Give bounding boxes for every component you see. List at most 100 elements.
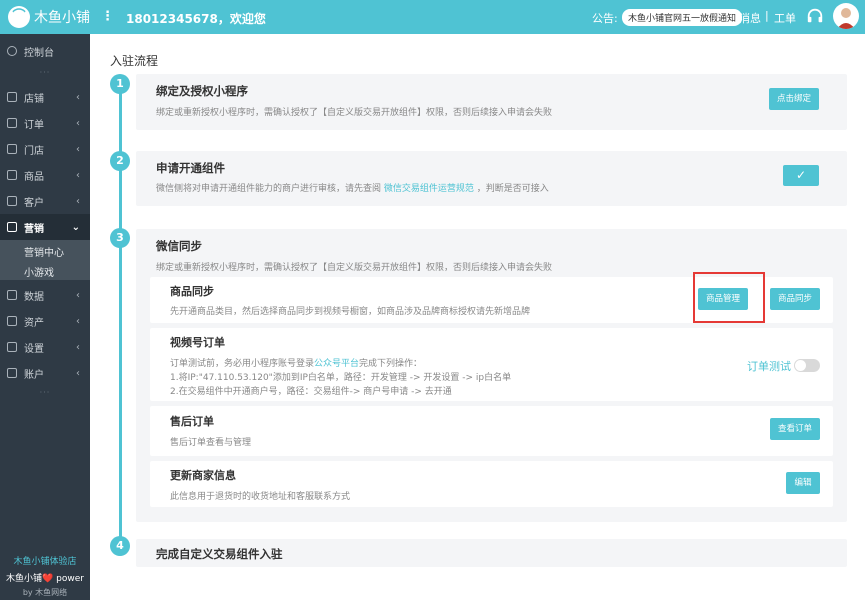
sidebar-item-customer[interactable]: 客户 ‹ <box>0 188 90 214</box>
sidebar-item-label: 客户 <box>24 197 44 209</box>
sidebar-item-account[interactable]: 账户 ‹ <box>0 360 90 386</box>
panel-title: 视频号订单 <box>170 336 225 349</box>
sidebar-item-shop[interactable]: 店铺 ‹ <box>0 84 90 110</box>
card-desc: 绑定或重新授权小程序时，需确认授权了【自定义版交易开放组件】权限，否则后续接入申… <box>156 108 553 118</box>
panel-desc: 1.将IP:"47.110.53.120"添加到IP白名单，路径：开发管理 ->… <box>170 373 512 383</box>
card-title: 完成自定义交易组件入驻 <box>156 547 283 561</box>
chevron-left-icon: ‹ <box>76 91 80 103</box>
after-sale-panel: 售后订单 售后订单查看与管理 查看订单 <box>150 406 833 456</box>
data-icon <box>7 290 17 300</box>
tickets-link[interactable]: 工单 <box>774 10 796 26</box>
account-icon <box>7 368 17 378</box>
sidebar-subitem-marketing-center[interactable]: 营销中心 <box>0 240 90 260</box>
sidebar-item-label: 订单 <box>24 119 44 131</box>
sidebar-item-label: 数据 <box>24 291 44 303</box>
sidebar-item-label: 设置 <box>24 343 44 355</box>
video-order-panel: 视频号订单 订单测试前，务必用小程序账号登录公众号平台完成下列操作： 1.将IP… <box>150 328 833 401</box>
check-button[interactable]: ✓ <box>783 165 819 186</box>
merchant-info-panel: 更新商家信息 此信息用于退货时的收货地址和客服联系方式 编辑 <box>150 461 833 507</box>
dashboard-icon <box>7 46 17 56</box>
order-icon <box>7 118 17 128</box>
logo-text: 木鱼小铺 <box>34 10 90 26</box>
step-number: 1 <box>110 74 130 94</box>
page-title: 入驻流程 <box>110 54 159 68</box>
desc-text: 微信侧将对申请开通组件能力的商户进行审核，请先查阅 <box>156 184 384 194</box>
panel-title: 售后订单 <box>170 415 214 428</box>
sidebar-item-data[interactable]: 数据 ‹ <box>0 282 90 308</box>
sidebar-subitem-label: 营销中心 <box>24 248 64 259</box>
step-card-apply: 申请开通组件 微信侧将对申请开通组件能力的商户进行审核，请先查阅 微信交易组件运… <box>136 151 847 206</box>
order-test-toggle[interactable] <box>794 359 820 372</box>
settings-icon <box>7 342 17 352</box>
user-avatar-icon <box>837 8 855 29</box>
divider: | <box>765 9 769 22</box>
sidebar: 控制台 ··· 店铺 ‹ 订单 ‹ 门店 ‹ 商品 ‹ 客户 ‹ 营销 ⌄ 营销… <box>0 34 90 600</box>
goods-icon <box>7 170 17 180</box>
notice-label: 公告: <box>592 12 618 25</box>
chevron-left-icon: ‹ <box>76 289 80 301</box>
card-desc: 微信侧将对申请开通组件能力的商户进行审核，请先查阅 微信交易组件运营规范 ，判断… <box>156 181 549 194</box>
headset-icon[interactable] <box>806 7 824 25</box>
step-number: 3 <box>110 228 130 248</box>
sidebar-item-label: 控制台 <box>24 47 54 59</box>
panel-title: 商品同步 <box>170 285 214 298</box>
notice-link[interactable]: 木鱼小铺官网五一放假通知 <box>622 9 743 26</box>
mp-platform-link[interactable]: 公众号平台 <box>314 359 359 369</box>
logo[interactable]: ⌒ 木鱼小铺 <box>8 6 90 28</box>
sidebar-item-goods[interactable]: 商品 ‹ <box>0 162 90 188</box>
edit-button[interactable]: 编辑 <box>786 472 820 494</box>
chevron-left-icon: ‹ <box>76 143 80 155</box>
highlight-box <box>693 272 765 323</box>
by-text: by 木鱼网络 <box>22 588 68 597</box>
messages-link[interactable]: 消息 <box>739 10 761 26</box>
fish-logo-icon: ⌒ <box>8 6 30 28</box>
sidebar-item-settings[interactable]: 设置 ‹ <box>0 334 90 360</box>
sidebar-item-label: 商品 <box>24 171 44 183</box>
step-number: 4 <box>110 536 130 556</box>
panel-desc: 此信息用于退货时的收货地址和客服联系方式 <box>170 492 351 502</box>
marketing-icon <box>7 222 17 232</box>
chevron-left-icon: ‹ <box>76 195 80 207</box>
more-menu-icon[interactable]: ⋮ <box>101 9 114 24</box>
view-orders-button[interactable]: 查看订单 <box>770 418 820 440</box>
divider: ··· <box>39 388 51 397</box>
power-text: 木鱼小铺❤️ power <box>6 574 84 584</box>
avatar[interactable] <box>833 3 859 29</box>
sidebar-item-label: 资产 <box>24 317 44 329</box>
shop-icon <box>7 92 17 102</box>
order-test-label: 订单测试 <box>747 360 791 373</box>
step-card-bind: 绑定及授权小程序 绑定或重新授权小程序时，需确认授权了【自定义版交易开放组件】权… <box>136 74 847 130</box>
step-card-finish: 完成自定义交易组件入驻 <box>136 539 847 567</box>
ops-spec-link[interactable]: 微信交易组件运营规范 <box>384 184 474 194</box>
card-title: 微信同步 <box>156 239 202 253</box>
asset-icon <box>7 316 17 326</box>
store-name[interactable]: 木鱼小铺体验店 <box>0 554 90 567</box>
sidebar-item-label: 门店 <box>24 145 44 157</box>
welcome-text: 18012345678，欢迎您 <box>126 12 266 26</box>
customer-icon <box>7 196 17 206</box>
panel-desc: 2.在交易组件中开通商户号，路径：交易组件-> 商户号申请 -> 去开通 <box>170 387 452 397</box>
sidebar-item-order[interactable]: 订单 ‹ <box>0 110 90 136</box>
step-number: 2 <box>110 151 130 171</box>
chevron-left-icon: ‹ <box>76 169 80 181</box>
card-title: 绑定及授权小程序 <box>156 84 248 98</box>
sidebar-item-label: 店铺 <box>24 93 44 105</box>
divider: ··· <box>39 68 51 77</box>
sidebar-subitem-label: 小游戏 <box>24 268 54 279</box>
store-icon <box>7 144 17 154</box>
chevron-left-icon: ‹ <box>76 367 80 379</box>
sidebar-item-asset[interactable]: 资产 ‹ <box>0 308 90 334</box>
sidebar-item-dashboard[interactable]: 控制台 <box>0 38 90 64</box>
desc-text: 订单测试前，务必用小程序账号登录 <box>170 359 315 369</box>
bind-button[interactable]: 点击绑定 <box>769 88 819 110</box>
panel-title: 更新商家信息 <box>170 469 236 482</box>
goods-sync-button[interactable]: 商品同步 <box>770 288 820 310</box>
sidebar-item-store[interactable]: 门店 ‹ <box>0 136 90 162</box>
chevron-left-icon: ‹ <box>76 315 80 327</box>
desc-text: ，判断是否可接入 <box>473 184 549 194</box>
main-content: 入驻流程 1 绑定及授权小程序 绑定或重新授权小程序时，需确认授权了【自定义版交… <box>90 34 865 600</box>
panel-desc: 售后订单查看与管理 <box>170 438 252 448</box>
sidebar-item-marketing[interactable]: 营销 ⌄ <box>0 214 90 240</box>
chevron-down-icon: ⌄ <box>71 221 80 233</box>
sidebar-subitem-mini-game[interactable]: 小游戏 <box>0 260 90 280</box>
